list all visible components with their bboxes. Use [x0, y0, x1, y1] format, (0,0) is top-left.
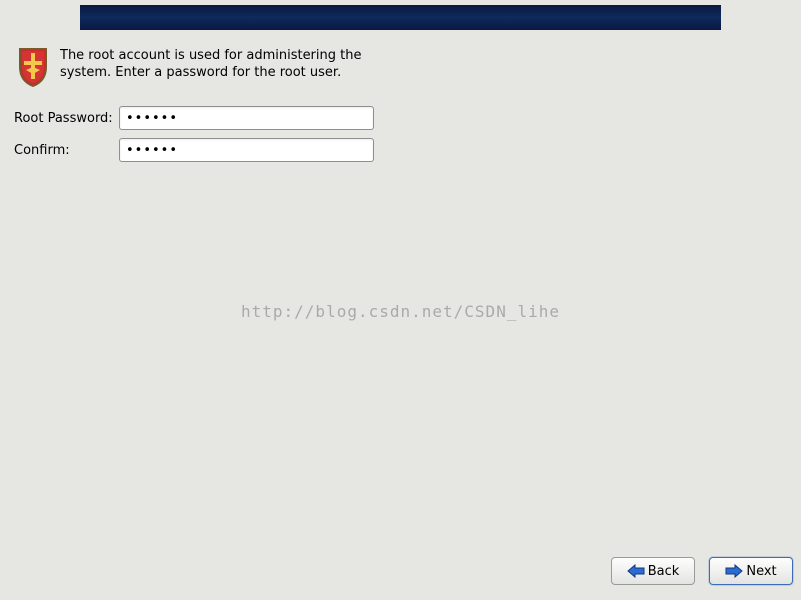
main-content: The root account is used for administeri…: [14, 46, 374, 170]
password-row: Root Password:: [14, 106, 374, 130]
password-label: Root Password:: [14, 111, 119, 126]
shield-icon: [14, 46, 52, 88]
confirm-row: Confirm:: [14, 138, 374, 162]
back-button-label: Back: [648, 564, 680, 579]
header-banner: [80, 5, 721, 30]
next-button-label: Next: [746, 564, 776, 579]
back-button[interactable]: Back: [611, 557, 695, 585]
intro-row: The root account is used for administeri…: [14, 46, 374, 88]
arrow-right-icon: [725, 564, 743, 578]
watermark-text: http://blog.csdn.net/CSDN_lihe: [0, 302, 801, 321]
confirm-label: Confirm:: [14, 143, 119, 158]
root-password-input[interactable]: [119, 106, 374, 130]
next-button[interactable]: Next: [709, 557, 793, 585]
button-bar: Back Next: [611, 557, 793, 585]
intro-text: The root account is used for administeri…: [60, 46, 374, 81]
arrow-left-icon: [627, 564, 645, 578]
confirm-password-input[interactable]: [119, 138, 374, 162]
